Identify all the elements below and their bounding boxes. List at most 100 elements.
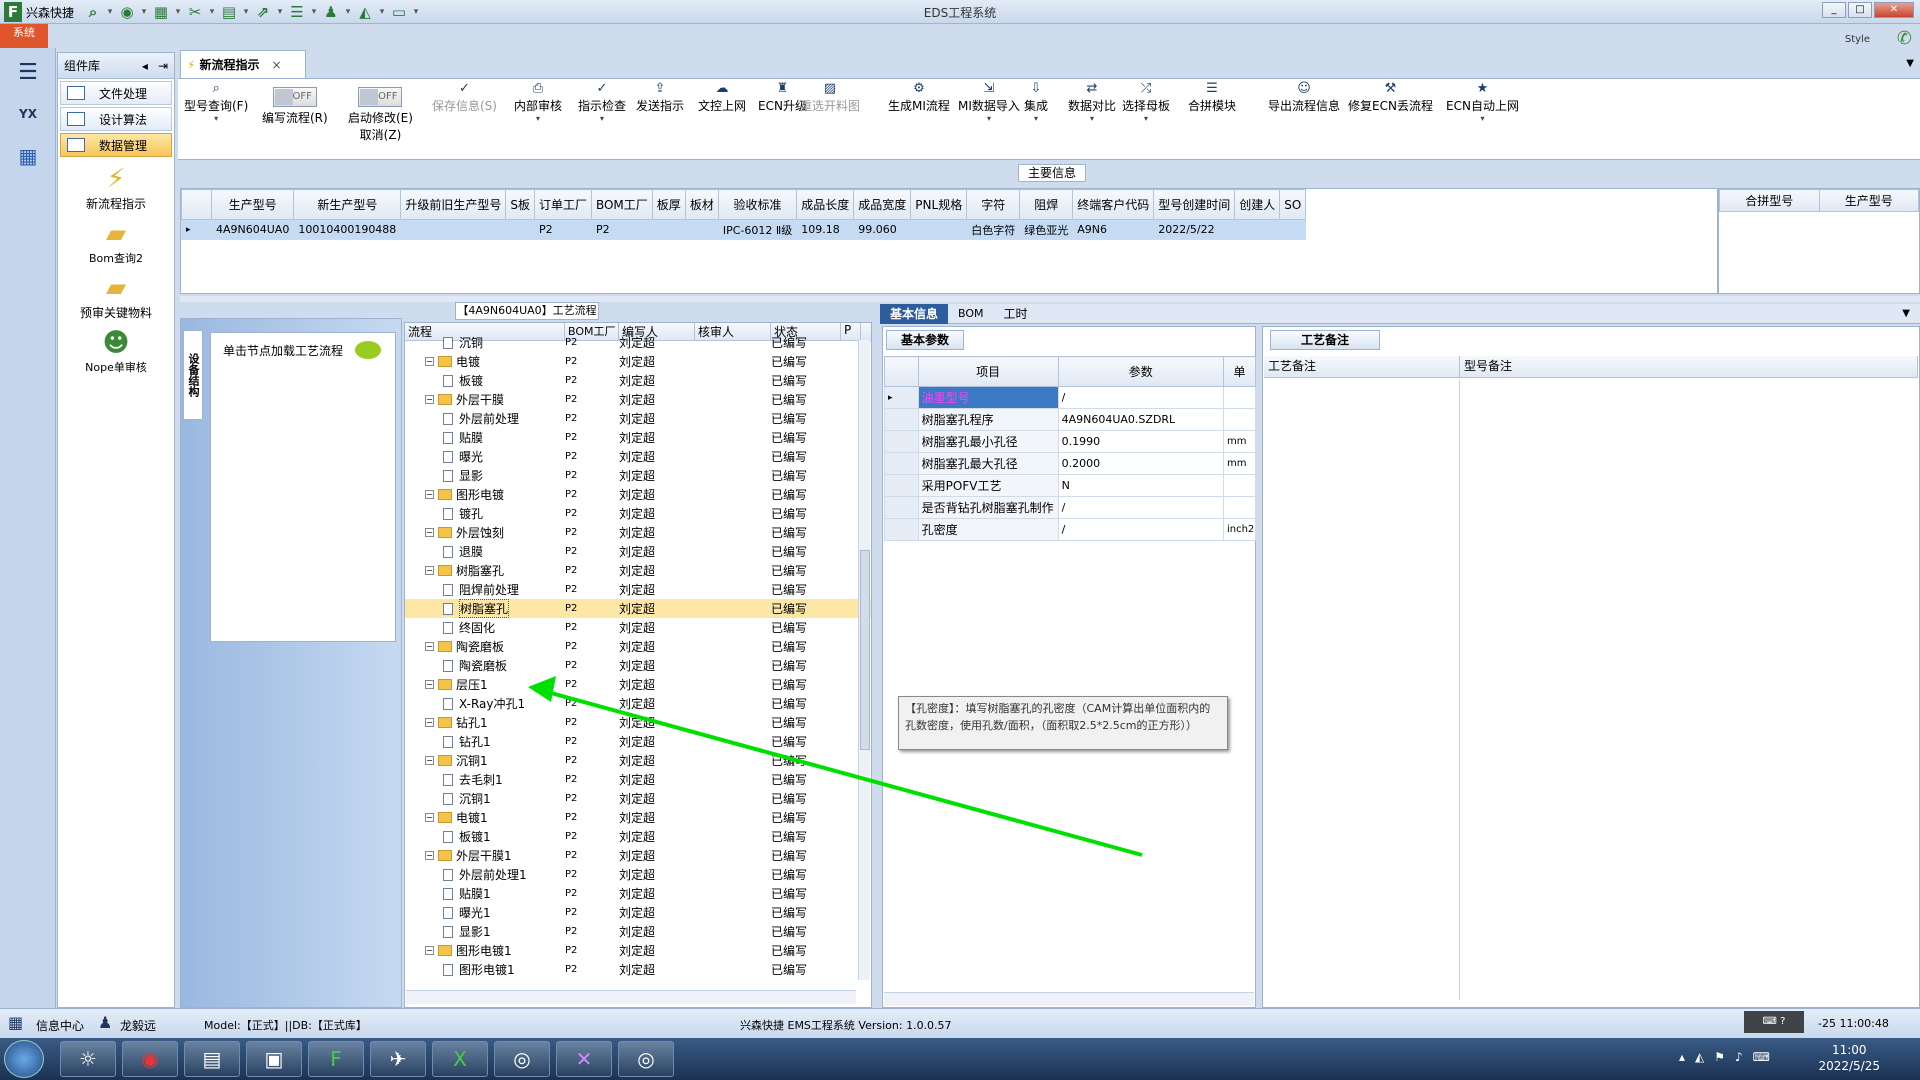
system-tab[interactable]: 系统 (0, 24, 48, 48)
table-cell[interactable]: A9N6 (1072, 219, 1155, 240)
model-remarks-textarea[interactable] (1462, 380, 1918, 1000)
table-cell[interactable] (910, 219, 968, 240)
flow-row[interactable]: − 图形电镀 P2 刘定超 已编写 (405, 485, 871, 504)
params-horizontal-scrollbar[interactable] (884, 992, 1254, 1006)
style-menu[interactable]: Style (1845, 34, 1870, 45)
dropdown-arrow-icon[interactable]: ▾ (514, 114, 562, 123)
process-remarks-textarea[interactable] (1264, 380, 1460, 1000)
table-cell[interactable] (505, 219, 535, 240)
toggle-switch[interactable]: OFF (272, 87, 317, 107)
ribbon-button-12[interactable]: ⇩ 集成 ▾ (1024, 81, 1048, 123)
table-cell[interactable] (400, 219, 507, 240)
menu-data-management[interactable]: 数据管理 (60, 133, 172, 157)
ribbon-button-3[interactable]: ✓ 保存信息(S) (432, 81, 497, 114)
flow-row[interactable]: − 沉铜1 P2 刘定超 已编写 (405, 751, 871, 770)
collapse-icon[interactable]: − (425, 642, 434, 651)
collapse-icon[interactable]: ◂ (142, 59, 148, 73)
subtab-process-remarks[interactable]: 工艺备注 (1270, 330, 1381, 350)
subtab-basic-params[interactable]: 基本参数 (886, 330, 965, 350)
ribbon-button-16[interactable]: ☺ 导出流程信息 (1268, 81, 1340, 114)
param-value-input[interactable]: 0.1990 (1057, 430, 1224, 453)
tab-new-flow[interactable]: ⚡ 新流程指示 × (180, 50, 306, 78)
flow-vertical-scrollbar[interactable] (858, 340, 870, 980)
table-cell[interactable]: P2 (533, 219, 592, 240)
maximize-button[interactable]: □ (1848, 2, 1872, 18)
column-header[interactable]: 板厚 (651, 189, 686, 220)
ribbon-button-14[interactable]: ⤮ 选择母板 ▾ (1122, 81, 1170, 123)
pin-icon[interactable]: ⇥ (158, 59, 168, 73)
start-button[interactable] (4, 1040, 44, 1078)
equipment-structure-tab[interactable]: 设备结构 (183, 330, 203, 420)
column-header[interactable]: 成品长度 (796, 189, 855, 220)
collapse-icon[interactable]: − (425, 718, 434, 727)
table-row[interactable]: ▸ 4A9N604UA0 10010400190488 P2 P2 IPC-6012 Ⅱ级… (181, 219, 1307, 240)
grid-icon[interactable]: ☰ (284, 2, 310, 22)
ribbon-button-17[interactable]: ⚒ 修复ECN丢流程 (1348, 81, 1433, 114)
dropdown-arrow-icon[interactable]: ▾ (1122, 114, 1170, 123)
flow-row[interactable]: 贴膜1 P2 刘定超 已编写 (405, 884, 871, 903)
ribbon-button-2[interactable]: OFF 启动修改(E) 取消(Z) (348, 81, 413, 143)
item-pre-review[interactable]: ▰ 预审关键物料 (58, 272, 174, 321)
column-header[interactable]: 新生产型号 (293, 189, 402, 220)
taskbar-app-notepad[interactable]: ▤ (184, 1041, 240, 1077)
collapse-icon[interactable]: − (425, 813, 434, 822)
column-header[interactable]: 项目 (917, 356, 1059, 387)
column-header[interactable]: PNL规格 (910, 189, 968, 220)
ribbon-button-18[interactable]: ★ ECN自动上网 ▾ (1446, 81, 1519, 123)
param-row[interactable]: 树脂塞孔程序 4A9N604UA0.SZDRL (884, 408, 1257, 431)
flow-row[interactable]: − 外层干膜 P2 刘定超 已编写 (405, 390, 871, 409)
close-icon[interactable]: × (271, 58, 281, 72)
horizontal-splitter[interactable] (180, 296, 1920, 302)
table-cell[interactable]: 绿色亚光 (1019, 219, 1074, 240)
table-cell[interactable]: 白色字符 (966, 219, 1021, 240)
column-header[interactable]: BOM工厂 (590, 189, 653, 220)
column-header[interactable]: SO (1279, 189, 1307, 220)
flow-row[interactable]: 贴膜 P2 刘定超 已编写 (405, 428, 871, 447)
item-nope-review[interactable]: ☻ Nope单审核 (58, 327, 174, 375)
table-cell[interactable]: 10010400190488 (293, 219, 402, 240)
dropdown-icon[interactable]: ▼ (1892, 304, 1920, 324)
taskbar-app-eye[interactable]: ◎ (494, 1041, 550, 1077)
flow-row[interactable]: 镀孔 P2 刘定超 已编写 (405, 504, 871, 523)
column-header[interactable]: 工艺备注 (1264, 356, 1460, 377)
param-row[interactable]: ▸ 油墨型号 / (884, 386, 1257, 409)
menu-icon[interactable]: ☰ (8, 54, 48, 90)
taskbar-app-messenger[interactable]: ✈ (370, 1041, 426, 1077)
flow-row[interactable]: 沉铜1 P2 刘定超 已编写 (405, 789, 871, 808)
table-cell[interactable] (651, 219, 686, 240)
flow-row[interactable]: − 电镀1 P2 刘定超 已编写 (405, 808, 871, 827)
column-header[interactable]: 创建人 (1234, 189, 1281, 220)
collapse-icon[interactable]: − (425, 395, 434, 404)
scroll-thumb[interactable] (860, 550, 870, 750)
clock[interactable]: 11:00 2022/5/25 (1818, 1042, 1880, 1074)
table-cell[interactable]: P2 (590, 219, 653, 240)
column-header[interactable]: 参数 (1057, 356, 1224, 387)
column-header[interactable]: 终端客户代码 (1072, 189, 1155, 220)
flow-row[interactable]: 外层前处理1 P2 刘定超 已编写 (405, 865, 871, 884)
column-header[interactable]: 型号备注 (1460, 356, 1918, 377)
flow-row[interactable]: 退膜 P2 刘定超 已编写 (405, 542, 871, 561)
collapse-icon[interactable]: − (425, 528, 434, 537)
phone-icon[interactable]: ✆ (1897, 28, 1912, 49)
flow-row[interactable]: − 外层干膜1 P2 刘定超 已编写 (405, 846, 871, 865)
window-icon[interactable]: ▭ (386, 2, 412, 22)
column-header[interactable]: 阻焊 (1019, 189, 1074, 220)
ribbon-button-5[interactable]: ✓ 指示检查 ▾ (578, 81, 626, 123)
collapse-icon[interactable]: − (425, 566, 434, 575)
collapse-icon[interactable]: − (425, 851, 434, 860)
table-cell[interactable] (684, 219, 719, 240)
taskbar-app-acrobat[interactable]: ◉ (122, 1041, 178, 1077)
ribbon-button-9[interactable]: ▨ 重选开料图 (800, 81, 860, 114)
menu-file-processing[interactable]: 文件处理 (60, 81, 172, 105)
dropdown-arrow-icon[interactable]: ▾ (958, 114, 1020, 123)
flow-row[interactable]: − 外层蚀刻 P2 刘定超 已编写 (405, 523, 871, 542)
collapse-icon[interactable]: − (425, 490, 434, 499)
load-flow-hint[interactable]: 单击节点加载工艺流程 (211, 333, 395, 367)
tab-basic-info[interactable]: 基本信息 (880, 304, 949, 324)
item-new-flow[interactable]: ⚡ 新流程指示 (58, 163, 174, 212)
flow-row[interactable]: − 陶瓷磨板 P2 刘定超 已编写 (405, 637, 871, 656)
param-value-input[interactable]: 4A9N604UA0.SZDRL (1057, 408, 1224, 431)
flow-row[interactable]: − 图形电镀1 P2 刘定超 已编写 (405, 941, 871, 960)
chart-icon[interactable]: ◭ (352, 2, 378, 22)
column-header[interactable]: 单 (1222, 356, 1257, 387)
